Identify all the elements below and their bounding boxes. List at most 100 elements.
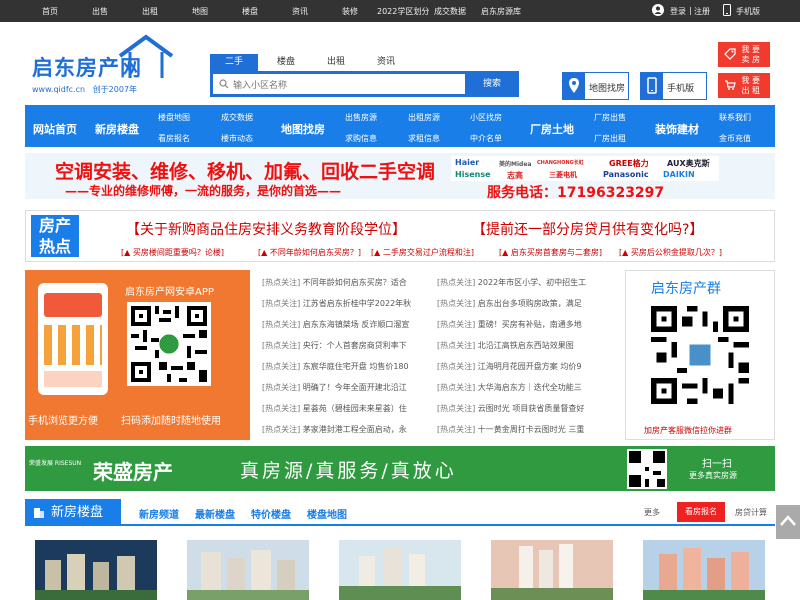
topnav-school[interactable]: 2022学区划分 <box>377 6 429 17</box>
search-tab-secondhand[interactable]: 二手 <box>210 54 258 71</box>
tab-latest-estates[interactable]: 最新楼盘 <box>195 506 235 521</box>
nav-factory-sale[interactable]: 厂房出售 <box>594 112 626 123</box>
register-link[interactable]: 注册 <box>694 6 710 17</box>
news-item[interactable]: [热点关注] 云图时光 项目获省质量督查好 <box>437 403 597 414</box>
news-item[interactable]: [热点关注] 茅家港封港工程全面启动，永 <box>262 424 422 435</box>
rent-house-button[interactable]: 我 要出 租 <box>718 73 770 98</box>
mobile-version-link[interactable]: 手机版 <box>736 6 760 17</box>
hot-headline-2[interactable]: 【提前还一部分房贷月供有变化吗?】 <box>472 219 703 239</box>
android-app-promo[interactable]: 启东房产网安卓APP 手机浏览更方便 扫码添加随时随地使用 <box>25 270 250 440</box>
mortgage-calc-link[interactable]: 房贷计算 <box>735 507 767 518</box>
topnav-decor[interactable]: 装修 <box>342 6 358 17</box>
risesun-banner[interactable]: 荣盛发展 RISESUN 荣盛房产 真房源/真服务/真放心 扫一扫 更多真实房源 <box>25 446 775 491</box>
top-bar: 首页 出售 出租 地图 楼盘 资讯 装修 2022学区划分 成交数据 启东房源库… <box>0 0 800 22</box>
nav-sale-listings[interactable]: 出售房源 <box>345 112 377 123</box>
tab-newhouse-channel[interactable]: 新房频道 <box>139 506 179 521</box>
news-item[interactable]: [热点关注] 江苏省启东折桂中学2022年秋 <box>262 298 422 309</box>
topnav-deals[interactable]: 成交数据 <box>434 6 466 17</box>
nav-market-news[interactable]: 楼市动态 <box>221 133 253 144</box>
wechat-group-card[interactable]: 启东房产群 加房产客服微信拉你进群 <box>625 270 775 440</box>
more-link[interactable]: 更多 <box>644 507 660 518</box>
search-tab-news[interactable]: 资讯 <box>362 54 410 71</box>
search-input[interactable] <box>233 76 463 94</box>
estate-thumbnail[interactable] <box>339 540 461 600</box>
hot-link[interactable]: [▲ 买房楼间距重要吗？论楼] <box>121 247 224 258</box>
banner-subline: ——专业的维修师傅，一流的服务，是你的首选—— <box>65 184 342 198</box>
topnav-home[interactable]: 首页 <box>42 6 58 17</box>
news-item[interactable]: [热点关注] 大华海启东方｜迭代全功能三 <box>437 382 597 393</box>
hot-headline-1[interactable]: 【关于新购商品住房安排义务教育阶段学位】 <box>126 219 406 239</box>
estate-thumbnail[interactable] <box>643 540 765 600</box>
viewing-signup-button[interactable]: 看房报名 <box>677 502 725 522</box>
nav-coin-recharge[interactable]: 金币充值 <box>719 133 751 144</box>
topnav-rent[interactable]: 出租 <box>142 6 158 17</box>
tab-special-estates[interactable]: 特价楼盘 <box>251 506 291 521</box>
estate-thumbnail[interactable] <box>35 540 157 600</box>
header: 启东房产网 www.qidfc.cn 创于2007年 二手 楼盘 出租 资讯 搜… <box>0 22 800 104</box>
topnav-map[interactable]: 地图 <box>192 6 208 17</box>
site-name: 启东房产网 <box>32 56 142 80</box>
nav-rent-listings[interactable]: 出租房源 <box>408 112 440 123</box>
nav-viewing-signup[interactable]: 看房报名 <box>158 133 190 144</box>
news-item[interactable]: [热点关注] 北沿江高铁启东西站效果图 <box>437 340 597 351</box>
news-item[interactable]: [热点关注] 江海明月花园开盘方案 均价9 <box>437 361 597 372</box>
nav-estate-map[interactable]: 楼盘地图 <box>158 112 190 123</box>
map-search-button[interactable]: 地图找房 <box>562 72 629 100</box>
nav-contact-us[interactable]: 联系我们 <box>719 112 751 123</box>
hot-link[interactable]: [▲ 买房后公积金提取几次？] <box>619 247 722 258</box>
ac-service-banner[interactable]: 空调安装、维修、移机、加氟、回收二手空调 ——专业的维修师傅，一流的服务，是你的… <box>25 153 775 199</box>
news-item[interactable]: [热点关注] 十一黄金周打卡云图时光 三重 <box>437 424 597 435</box>
search-tab-rent[interactable]: 出租 <box>312 54 360 71</box>
nav-factory-rent[interactable]: 厂房出租 <box>594 133 626 144</box>
risesun-scan-sub: 更多真实房源 <box>689 471 737 480</box>
topnav-estate[interactable]: 楼盘 <box>242 6 258 17</box>
news-item[interactable]: [热点关注] 启东出台多项购房政策，满足 <box>437 298 597 309</box>
search-tab-estate[interactable]: 楼盘 <box>262 54 310 71</box>
divider: | <box>689 6 692 15</box>
search-button[interactable]: 搜索 <box>465 71 519 97</box>
site-logo[interactable]: 启东房产网 www.qidfc.cn 创于2007年 <box>32 34 174 94</box>
topnav-news[interactable]: 资讯 <box>292 6 308 17</box>
nav-newhouse[interactable]: 新房楼盘 <box>95 121 139 137</box>
hot-link[interactable]: [▲ 不同年龄如何启东买房？] <box>258 247 361 258</box>
chevron-up-icon <box>780 515 796 526</box>
cart-icon <box>725 80 736 90</box>
service-phone: 服务电话：17196323297 <box>487 185 665 199</box>
group-title: 启东房产群 <box>651 281 721 297</box>
news-item[interactable]: [热点关注] 2022年市区小学、初中招生工 <box>437 277 597 288</box>
nav-map-search[interactable]: 地图找房 <box>281 121 325 137</box>
hot-link[interactable]: [▲ 启东买房首套房与二套房] <box>499 247 602 258</box>
map-pin-icon <box>563 73 585 99</box>
news-item[interactable]: [热点关注] 启东东海镇桀场 反诈顺口溜宣 <box>262 319 422 330</box>
nav-community-search[interactable]: 小区找房 <box>470 112 502 123</box>
topnav-listing[interactable]: 启东房源库 <box>481 6 521 17</box>
mobile-version-button[interactable]: 手机版 <box>640 72 707 100</box>
brand-logos: Haier 美的Midea CHANGHONG长虹 GREE格力 AUX奥克斯 … <box>451 156 719 181</box>
hot-link[interactable]: [▲ 二手房交易过户流程和注] <box>371 247 474 258</box>
sell-house-button[interactable]: 我 要卖 房 <box>718 42 770 67</box>
nav-rent-requests[interactable]: 求租信息 <box>408 133 440 144</box>
topnav-sale[interactable]: 出售 <box>92 6 108 17</box>
risesun-scan: 扫一扫 <box>702 459 732 470</box>
estate-thumbnail[interactable] <box>187 540 309 600</box>
news-item[interactable]: [热点关注] 重磅！买房有补贴，南通多地 <box>437 319 597 330</box>
user-icon <box>652 4 664 18</box>
back-to-top-button[interactable] <box>776 505 800 539</box>
news-item[interactable]: [热点关注] 明确了！今年全面开建北沿江 <box>262 382 422 393</box>
news-item[interactable]: [热点关注] 不同年龄如何启东买房？适合 <box>262 277 422 288</box>
banner-headline: 空调安装、维修、移机、加氟、回收二手空调 <box>55 161 436 183</box>
nav-buy-requests[interactable]: 求购信息 <box>345 133 377 144</box>
login-link[interactable]: 登录 <box>670 6 686 17</box>
nav-decoration[interactable]: 装饰建材 <box>655 121 699 137</box>
nav-deal-data[interactable]: 成交数据 <box>221 112 253 123</box>
nav-factory-land[interactable]: 厂房土地 <box>530 121 574 137</box>
estate-thumbnail[interactable] <box>491 540 613 600</box>
news-item[interactable]: [热点关注] 央行：个人首套房商贷利率下 <box>262 340 422 351</box>
tab-estate-map[interactable]: 楼盘地图 <box>307 506 347 521</box>
risesun-brand: 荣盛房产 <box>93 460 173 484</box>
tag-icon <box>724 48 736 60</box>
news-item[interactable]: [热点关注] 星荟苑（碧桂园未来星荟）住 <box>262 403 422 414</box>
news-item[interactable]: [热点关注] 东宸华庭住宅开盘 均售价180 <box>262 361 422 372</box>
nav-agent-list[interactable]: 中介名单 <box>470 133 502 144</box>
nav-home[interactable]: 网站首页 <box>33 121 77 137</box>
